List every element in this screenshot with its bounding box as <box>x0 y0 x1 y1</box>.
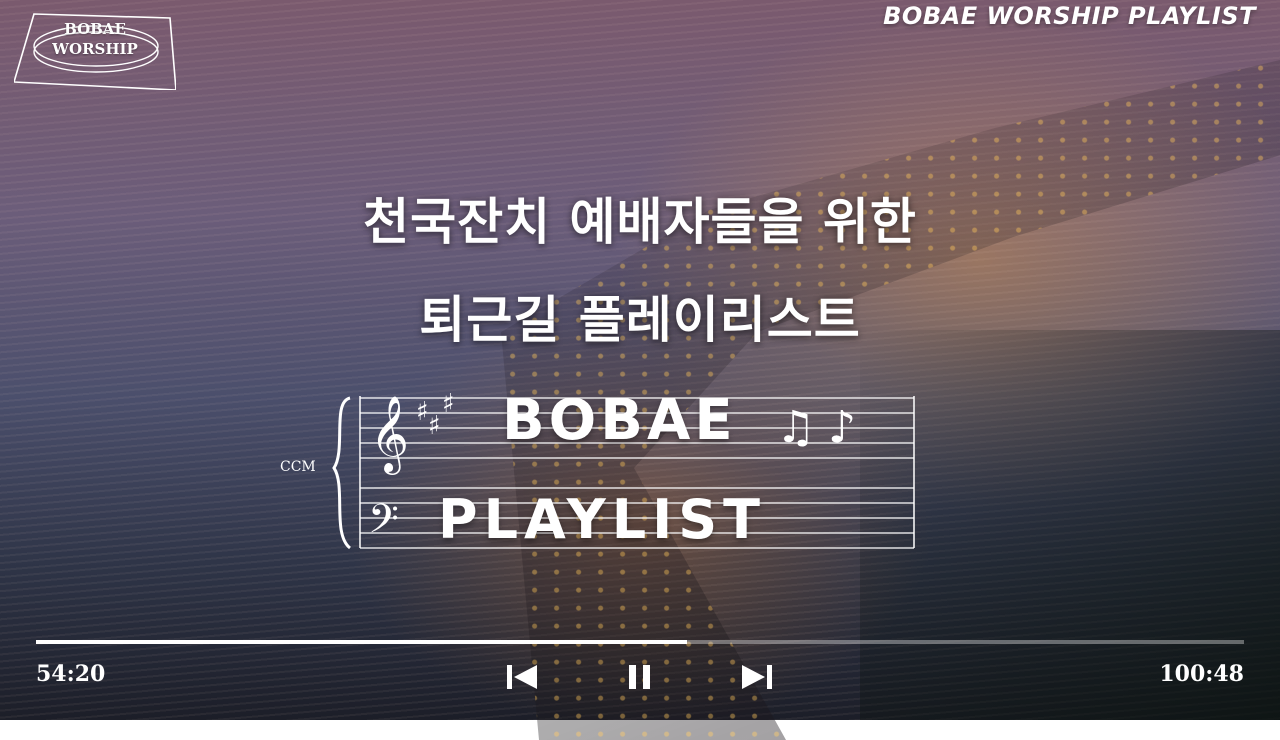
next-button[interactable] <box>740 662 774 692</box>
channel-logo: BOBAE WORSHIP <box>12 10 177 91</box>
ccm-label: CCM <box>280 459 316 475</box>
headline-line-1: 천국잔치 예배자들을 위한 <box>363 193 917 251</box>
bobae-word: BOBAE <box>502 388 737 453</box>
previous-button[interactable] <box>505 662 539 692</box>
sharp-icon: ♯ <box>442 389 455 419</box>
treble-clef-icon: 𝄞 <box>370 395 409 475</box>
pause-button[interactable] <box>623 662 657 692</box>
sharp-icon: ♯ <box>428 411 441 441</box>
logo-line-2: WORSHIP <box>52 40 138 58</box>
next-track-icon <box>742 665 772 689</box>
bass-clef-icon: 𝄢 <box>368 496 399 552</box>
eighth-note-icon: ♪ <box>828 402 856 453</box>
playlist-word: PLAYLIST <box>438 488 766 551</box>
total-duration: 100:48 <box>1159 661 1244 687</box>
elapsed-time: 54:20 <box>36 661 106 687</box>
headline-line-2: 퇴근길 플레이리스트 <box>419 291 861 349</box>
previous-track-icon <box>507 665 537 689</box>
sharp-icon: ♯ <box>416 397 429 427</box>
beamed-notes-icon: ♫ <box>776 402 815 453</box>
logo-line-1: BOBAE <box>64 20 126 38</box>
progress-fill <box>36 640 688 644</box>
pause-icon <box>629 665 650 689</box>
brace-icon <box>332 396 352 550</box>
progress-bar[interactable] <box>36 640 1244 644</box>
channel-title: BOBAE WORSHIP PLAYLIST <box>883 2 1256 30</box>
